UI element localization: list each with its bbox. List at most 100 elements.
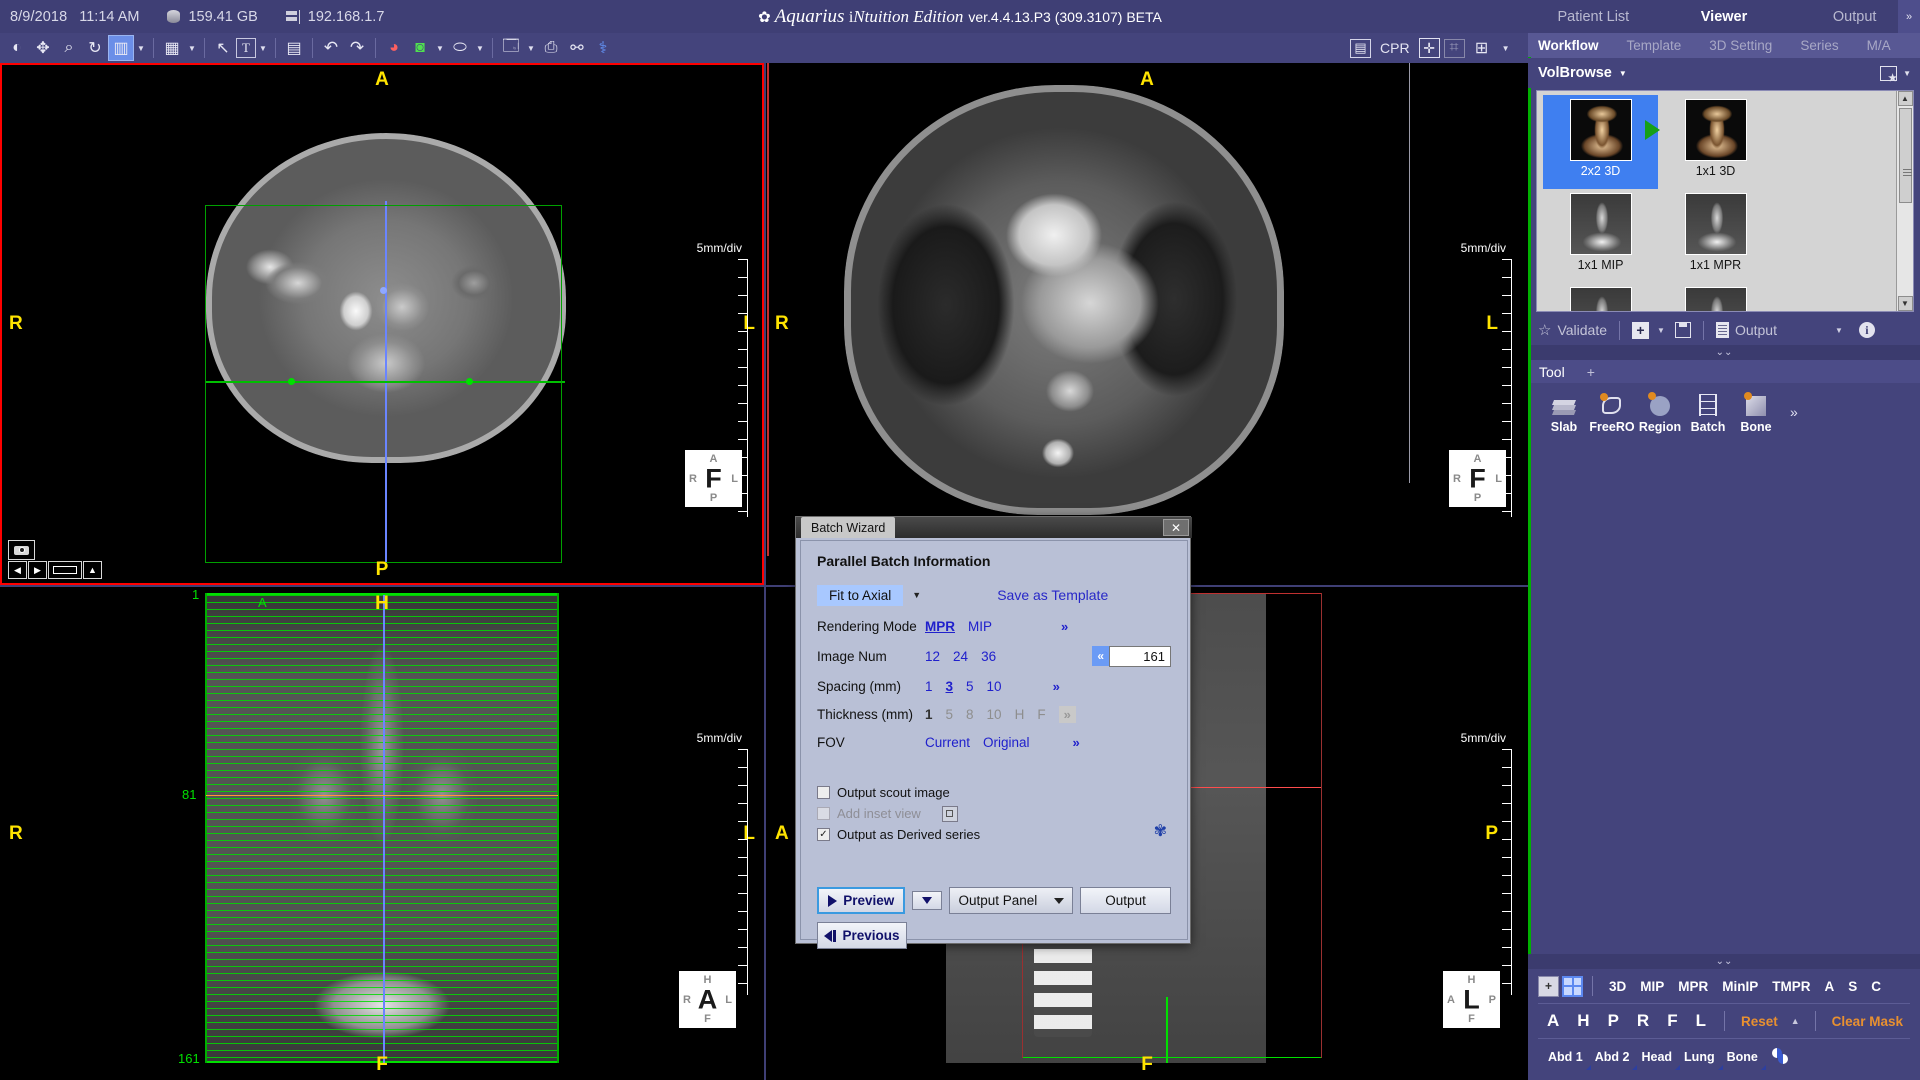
orientation-cube[interactable]: F A P R L: [1449, 450, 1506, 507]
axial-thorax-viewport[interactable]: A R L 5mm/div F A P R L: [766, 63, 1528, 585]
subtab-series[interactable]: Series: [1786, 38, 1852, 53]
orientation-cube[interactable]: A H F R L: [679, 971, 736, 1028]
arrow-pointer-icon[interactable]: ↖: [210, 35, 236, 61]
current-slice-line[interactable]: [206, 795, 558, 796]
reset-button[interactable]: Reset: [1734, 1014, 1785, 1029]
output-derived-series-row[interactable]: ✓ Output as Derived series: [817, 824, 1171, 845]
tool-batch[interactable]: Batch: [1684, 391, 1732, 434]
thumbnail-2x2-mpr[interactable]: 2x2 MPR: [1658, 283, 1773, 311]
spacing-5[interactable]: 5: [966, 679, 974, 694]
film-icon[interactable]: ⎙: [538, 35, 564, 61]
fit-mode-select[interactable]: Fit to Axial: [817, 584, 904, 606]
add-caret-icon[interactable]: ▼: [1657, 326, 1665, 335]
annotate-layout-icon[interactable]: ⊞: [1469, 35, 1495, 61]
ruler-icon[interactable]: ▦: [159, 35, 185, 61]
thickness-5[interactable]: 5: [946, 707, 954, 722]
orient-a-button[interactable]: A: [1538, 1011, 1568, 1031]
text-annotation-icon[interactable]: T: [236, 38, 256, 58]
axial-viewport[interactable]: A P R L 5mm/div F A P R L ◀ ▶ ▲: [0, 63, 764, 585]
zoom-icon[interactable]: ⌕: [56, 35, 82, 61]
thumbnail-1x1-3d[interactable]: 1x1 3D: [1658, 95, 1773, 189]
redo-icon[interactable]: ↷: [344, 35, 370, 61]
scroll-down-icon[interactable]: ▼: [1897, 296, 1913, 311]
report-list-icon[interactable]: ▤: [1350, 38, 1371, 58]
vertical-reference-line[interactable]: [383, 595, 385, 1063]
output-panel-select[interactable]: Output Panel: [949, 887, 1074, 914]
output-caret-icon[interactable]: ▼: [1835, 326, 1843, 335]
orientation-cube[interactable]: L H F A P: [1443, 971, 1500, 1028]
volume-render-icon[interactable]: ▥: [108, 35, 134, 61]
collapse-bottom-panel-icon[interactable]: ⌄⌄: [1528, 954, 1920, 969]
window-level-icon[interactable]: ◐: [4, 35, 30, 61]
subtab-workflow[interactable]: Workflow: [1538, 38, 1613, 53]
mode-3d-button[interactable]: 3D: [1602, 979, 1633, 994]
output-button[interactable]: Output: [1080, 887, 1171, 914]
mode-tmpr-button[interactable]: TMPR: [1765, 979, 1817, 994]
cine-previous-button[interactable]: ◀: [8, 561, 27, 579]
subtab-3d-setting[interactable]: 3D Setting: [1695, 38, 1786, 53]
layout-grid-icon[interactable]: ▤: [281, 35, 307, 61]
add-tool-icon[interactable]: +: [1587, 364, 1595, 380]
thickness-f[interactable]: F: [1037, 707, 1045, 722]
spacing-more-icon[interactable]: »: [1053, 679, 1060, 694]
preset-bone-button[interactable]: Bone: [1721, 1050, 1767, 1070]
mode-sagittal-button[interactable]: S: [1841, 979, 1864, 994]
coronal-viewport[interactable]: 1 81 161 A H F R L 5mm/div A H F R L: [0, 587, 764, 1080]
thumbnail-scrollbar[interactable]: ▲ ▼: [1896, 91, 1913, 311]
spacing-3[interactable]: 3: [946, 679, 954, 694]
mode-mpr-button[interactable]: MPR: [1671, 979, 1715, 994]
preview-dropdown-button[interactable]: [912, 891, 943, 910]
tab-viewer[interactable]: Viewer: [1659, 9, 1790, 25]
orientation-cube[interactable]: F A P R L: [685, 450, 742, 507]
preset-icon[interactable]: ◙: [407, 35, 433, 61]
quad-layout-icon[interactable]: [1562, 975, 1583, 997]
measure-stats-icon[interactable]: ⚕: [590, 35, 616, 61]
mode-coronal-button[interactable]: C: [1864, 979, 1888, 994]
output-derived-series-checkbox[interactable]: ✓: [817, 828, 830, 841]
tool-region[interactable]: Region: [1636, 391, 1684, 434]
image-num-24[interactable]: 24: [953, 649, 968, 664]
rendering-mode-more-icon[interactable]: »: [1061, 619, 1068, 634]
preset-abd1-button[interactable]: Abd 1: [1542, 1050, 1591, 1070]
single-layout-icon[interactable]: +: [1538, 975, 1559, 997]
cine-next-button[interactable]: ▶: [28, 561, 47, 579]
preset-caret-icon[interactable]: ▼: [433, 35, 447, 61]
ruler-caret-icon[interactable]: ▼: [185, 35, 199, 61]
thickness-8[interactable]: 8: [966, 707, 974, 722]
volume-render-caret-icon[interactable]: ▼: [134, 35, 148, 61]
thickness-h[interactable]: H: [1015, 707, 1025, 722]
image-num-prev-icon[interactable]: «: [1092, 646, 1109, 666]
text-annotation-caret-icon[interactable]: ▼: [256, 35, 270, 61]
output-scout-image-checkbox[interactable]: [817, 786, 830, 799]
output-button[interactable]: Output: [1715, 322, 1777, 338]
tool-freero[interactable]: FreeRO: [1588, 391, 1636, 434]
annotate-layout-caret-icon[interactable]: ▼: [1499, 35, 1513, 61]
preset-lung-button[interactable]: Lung: [1678, 1050, 1723, 1070]
camera-icon[interactable]: [8, 540, 35, 560]
orient-l-button[interactable]: L: [1687, 1011, 1715, 1031]
color-palette-icon[interactable]: ◕: [381, 35, 407, 61]
fit-mode-caret-icon[interactable]: ▼: [912, 590, 921, 600]
previous-button[interactable]: Previous: [817, 922, 907, 949]
export-icon[interactable]: 🗔: [498, 35, 524, 61]
pan-icon[interactable]: ✥: [30, 35, 56, 61]
orient-f-button[interactable]: F: [1658, 1011, 1686, 1031]
opacity-caret-icon[interactable]: ▼: [473, 35, 487, 61]
info-icon[interactable]: i: [1858, 322, 1875, 338]
preview-button[interactable]: Preview: [817, 887, 906, 914]
spacing-1[interactable]: 1: [925, 679, 933, 694]
expand-panel-icon[interactable]: »: [1898, 0, 1920, 33]
magnify-region-icon[interactable]: ⌗: [1443, 38, 1465, 58]
image-num-12[interactable]: 12: [925, 649, 940, 664]
tool-slab[interactable]: Slab: [1540, 391, 1588, 434]
rendering-mode-mpr[interactable]: MPR: [925, 619, 955, 634]
more-tools-icon[interactable]: »: [1790, 404, 1798, 420]
save-icon[interactable]: [1674, 322, 1691, 338]
reference-handle[interactable]: [380, 287, 387, 294]
save-as-template-link[interactable]: Save as Template: [997, 587, 1108, 603]
scroll-up-icon[interactable]: ▲: [1897, 91, 1913, 106]
favorite-caret-icon[interactable]: ▼: [1903, 69, 1911, 78]
orient-r-button[interactable]: R: [1628, 1011, 1658, 1031]
reference-handle[interactable]: [466, 378, 473, 385]
rotate-icon[interactable]: ↻: [82, 35, 108, 61]
